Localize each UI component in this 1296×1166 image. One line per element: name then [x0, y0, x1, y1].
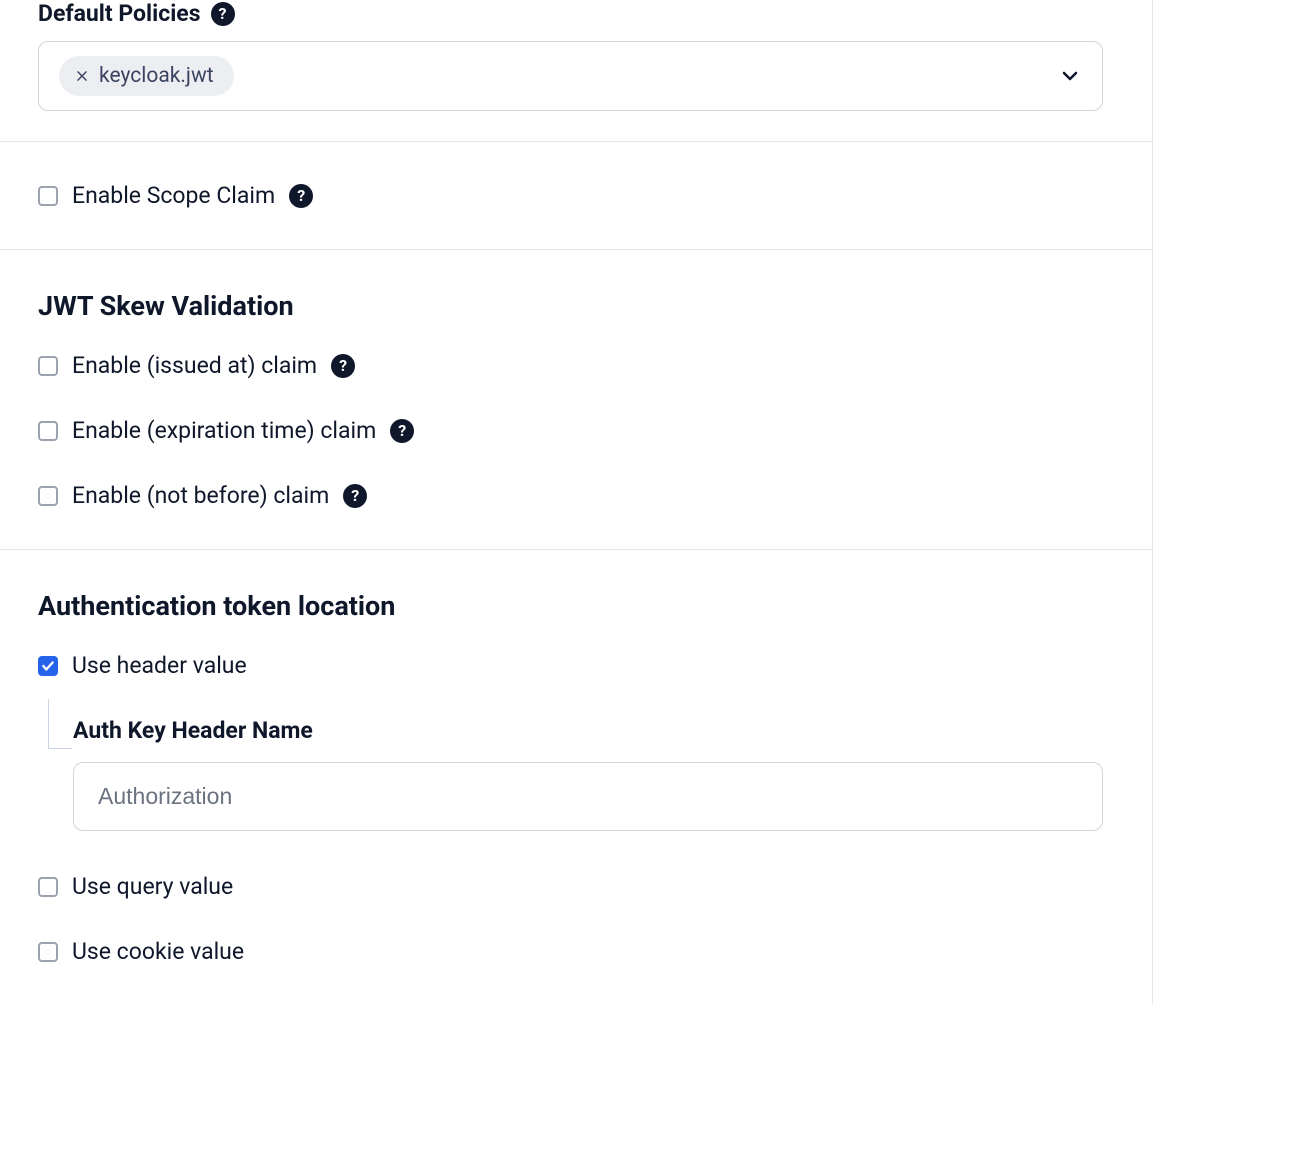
- use-header-label[interactable]: Use header value: [72, 652, 247, 679]
- enable-scope-claim-label[interactable]: Enable Scope Claim: [72, 182, 275, 209]
- auth-token-location-title: Authentication token location: [38, 590, 1152, 622]
- use-query-label[interactable]: Use query value: [72, 873, 233, 900]
- auth-key-header-name-input[interactable]: [73, 762, 1103, 831]
- tree-connector: [48, 699, 72, 749]
- remove-tag-icon[interactable]: [75, 69, 89, 83]
- use-cookie-label[interactable]: Use cookie value: [72, 938, 244, 965]
- chevron-down-icon: [1058, 64, 1082, 88]
- help-icon[interactable]: ?: [343, 484, 367, 508]
- help-icon[interactable]: ?: [289, 184, 313, 208]
- policy-tag: keycloak.jwt: [59, 56, 234, 96]
- enable-exp-checkbox[interactable]: [38, 421, 58, 441]
- default-policies-label: Default Policies: [38, 0, 201, 27]
- enable-nbf-checkbox[interactable]: [38, 486, 58, 506]
- use-cookie-checkbox[interactable]: [38, 942, 58, 962]
- help-icon[interactable]: ?: [390, 419, 414, 443]
- enable-iat-label[interactable]: Enable (issued at) claim: [72, 352, 317, 379]
- enable-exp-label[interactable]: Enable (expiration time) claim: [72, 417, 376, 444]
- enable-iat-checkbox[interactable]: [38, 356, 58, 376]
- jwt-skew-title: JWT Skew Validation: [38, 290, 1152, 322]
- use-query-checkbox[interactable]: [38, 877, 58, 897]
- default-policies-select[interactable]: keycloak.jwt: [38, 41, 1103, 111]
- enable-scope-claim-checkbox[interactable]: [38, 186, 58, 206]
- enable-nbf-label[interactable]: Enable (not before) claim: [72, 482, 329, 509]
- auth-key-header-name-label: Auth Key Header Name: [73, 717, 1152, 744]
- help-icon[interactable]: ?: [211, 2, 235, 26]
- help-icon[interactable]: ?: [331, 354, 355, 378]
- use-header-checkbox[interactable]: [38, 656, 58, 676]
- policy-tag-label: keycloak.jwt: [99, 64, 214, 88]
